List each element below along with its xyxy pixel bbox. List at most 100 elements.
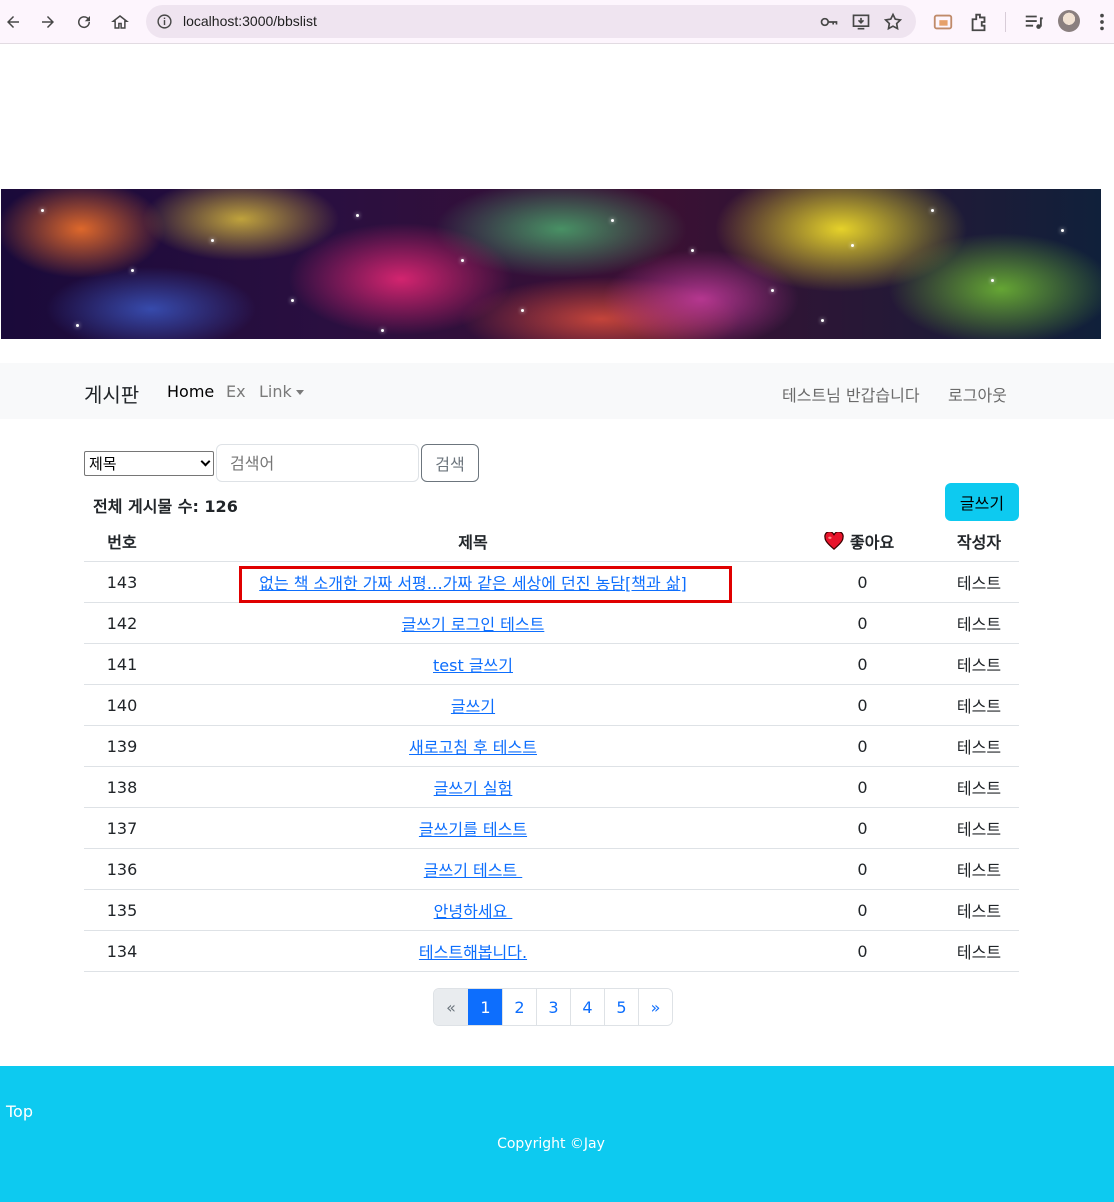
post-title-link[interactable]: 글쓰기 xyxy=(451,693,495,717)
row-title-cell: 글쓰기 테스트 xyxy=(160,849,786,889)
nav-home-link[interactable]: Home xyxy=(167,382,214,401)
table-row: 136 글쓰기 테스트 0 테스트 xyxy=(84,849,1019,890)
pagination-next[interactable]: » xyxy=(638,989,672,1025)
row-title-cell: test 글쓰기 xyxy=(160,644,786,684)
galaxy-banner-image xyxy=(1,189,1101,339)
row-likes: 0 xyxy=(857,818,868,838)
row-writer: 테스트 xyxy=(956,697,1002,716)
row-writer: 테스트 xyxy=(956,861,1002,880)
bookmark-star-icon[interactable] xyxy=(883,12,903,32)
row-no: 137 xyxy=(106,818,138,838)
row-title-cell: 테스트해봅니다. xyxy=(160,931,786,971)
table-body: 143 없는 책 소개한 가짜 서평…가짜 같은 세상에 던진 농담[책과 삶] 0… xyxy=(84,562,1019,972)
row-likes: 0 xyxy=(857,736,868,756)
pagination-page-3[interactable]: 3 xyxy=(536,989,570,1025)
row-writer: 테스트 xyxy=(956,902,1002,921)
row-writer: 테스트 xyxy=(956,656,1002,675)
search-field-value: 제목 xyxy=(89,455,117,473)
post-title-link[interactable]: 안녕하세요 xyxy=(434,898,513,922)
toolbar-divider xyxy=(1005,12,1006,32)
caret-down-icon xyxy=(295,390,304,395)
table-row: 138 글쓰기 실험 0 테스트 xyxy=(84,767,1019,808)
post-title-link[interactable]: 글쓰기 테스트 xyxy=(424,857,523,881)
info-icon[interactable] xyxy=(156,13,173,30)
row-title-cell: 새로고침 후 테스트 xyxy=(160,726,786,766)
address-bar[interactable]: localhost:3000/bbslist xyxy=(146,5,916,38)
pagination-prev[interactable]: « xyxy=(434,989,468,1025)
row-no: 139 xyxy=(106,736,138,756)
key-icon[interactable] xyxy=(819,12,839,32)
pagination: « 1 2 3 4 5» xyxy=(433,988,673,1026)
post-title-link[interactable]: 새로고침 후 테스트 xyxy=(409,734,537,758)
post-title-link[interactable]: 테스트해봅니다. xyxy=(419,939,527,963)
pagination-page-2[interactable]: 2 xyxy=(502,989,536,1025)
footer: Top Copyright ©Jay xyxy=(0,1066,1114,1202)
row-likes: 0 xyxy=(857,572,868,592)
header-writer: 작성자 xyxy=(956,533,1002,552)
row-no: 143 xyxy=(106,572,138,592)
post-title-link[interactable]: 글쓰기 실험 xyxy=(434,775,513,799)
search-field-select[interactable]: 제목 xyxy=(84,451,214,476)
pagination-page-1[interactable]: 1 xyxy=(468,989,502,1025)
table-row: 134 테스트해봅니다. 0 테스트 xyxy=(84,931,1019,972)
pagination-page-5[interactable]: 5 xyxy=(604,989,638,1025)
post-title-link[interactable]: 없는 책 소개한 가짜 서평…가짜 같은 세상에 던진 농담[책과 삶] xyxy=(259,570,687,594)
nav-ex-link[interactable]: Ex xyxy=(226,382,246,401)
heart-icon xyxy=(824,532,844,550)
navbar-brand[interactable]: 게시판 xyxy=(84,379,139,408)
search-input[interactable] xyxy=(216,444,419,482)
install-app-icon[interactable] xyxy=(851,12,871,32)
url-text: localhost:3000/bbslist xyxy=(183,13,317,29)
home-icon[interactable] xyxy=(107,9,133,35)
header-likes-label: 좋아요 xyxy=(850,533,895,552)
row-title-cell: 글쓰기 xyxy=(160,685,786,725)
row-no: 140 xyxy=(106,695,138,715)
post-title-link[interactable]: 글쓰기를 테스트 xyxy=(419,816,527,840)
chevron-down-icon xyxy=(200,456,211,467)
reload-icon[interactable] xyxy=(71,9,97,35)
search-button[interactable]: 검색 xyxy=(421,444,479,482)
row-writer: 테스트 xyxy=(956,943,1002,962)
logout-link[interactable]: 로그아웃 xyxy=(948,382,1007,406)
navbar: 게시판 Home Ex Link 테스트님 반갑습니다 로그아웃 xyxy=(0,363,1114,419)
post-title-link[interactable]: test 글쓰기 xyxy=(433,652,513,676)
more-menu-icon[interactable] xyxy=(1091,11,1113,33)
extensions-icon[interactable] xyxy=(968,11,990,33)
table-header: 번호 제목 좋아요 작성자 xyxy=(84,521,1019,562)
header-no: 번호 xyxy=(107,533,137,552)
row-no: 142 xyxy=(106,613,138,633)
table-row: 135 안녕하세요 0 테스트 xyxy=(84,890,1019,931)
media-queue-icon[interactable] xyxy=(1023,11,1045,33)
row-writer: 테스트 xyxy=(956,738,1002,757)
table-row: 140 글쓰기 0 테스트 xyxy=(84,685,1019,726)
table-row: 141 test 글쓰기 0 테스트 xyxy=(84,644,1019,685)
pagination-page-4[interactable]: 4 xyxy=(570,989,604,1025)
table-row: 139 새로고침 후 테스트 0 테스트 xyxy=(84,726,1019,767)
row-writer: 테스트 xyxy=(956,574,1002,593)
back-icon[interactable] xyxy=(0,9,26,35)
post-title-link[interactable]: 글쓰기 로그인 테스트 xyxy=(402,611,545,635)
profile-avatar[interactable] xyxy=(1058,10,1080,32)
forward-icon[interactable] xyxy=(35,9,61,35)
row-writer: 테스트 xyxy=(956,820,1002,839)
user-greeting: 테스트님 반갑습니다 xyxy=(782,386,920,405)
browser-toolbar: localhost:3000/bbslist xyxy=(0,0,1114,44)
row-no: 134 xyxy=(106,941,138,961)
row-title-cell: 글쓰기 로그인 테스트 xyxy=(160,603,786,643)
nav-link-dropdown[interactable]: Link xyxy=(259,382,304,401)
top-link[interactable]: Top xyxy=(6,1102,33,1121)
board-table: 번호 제목 좋아요 작성자 143 없는 책 소개한 가짜 서평…가짜 같은 세상… xyxy=(84,521,1019,972)
table-row: 137 글쓰기를 테스트 0 테스트 xyxy=(84,808,1019,849)
total-post-count: 전체 게시물 수: 126 xyxy=(93,497,238,516)
row-title-cell: 안녕하세요 xyxy=(160,890,786,930)
row-likes: 0 xyxy=(857,941,868,961)
write-button[interactable]: 글쓰기 xyxy=(945,483,1019,521)
row-title-cell: 글쓰기 실험 xyxy=(160,767,786,807)
row-likes: 0 xyxy=(857,695,868,715)
cast-icon[interactable] xyxy=(932,11,954,33)
row-title-cell: 글쓰기를 테스트 xyxy=(160,808,786,848)
header-title: 제목 xyxy=(458,533,488,552)
nav-link-label: Link xyxy=(259,382,292,401)
row-likes: 0 xyxy=(857,859,868,879)
row-no: 141 xyxy=(106,654,138,674)
